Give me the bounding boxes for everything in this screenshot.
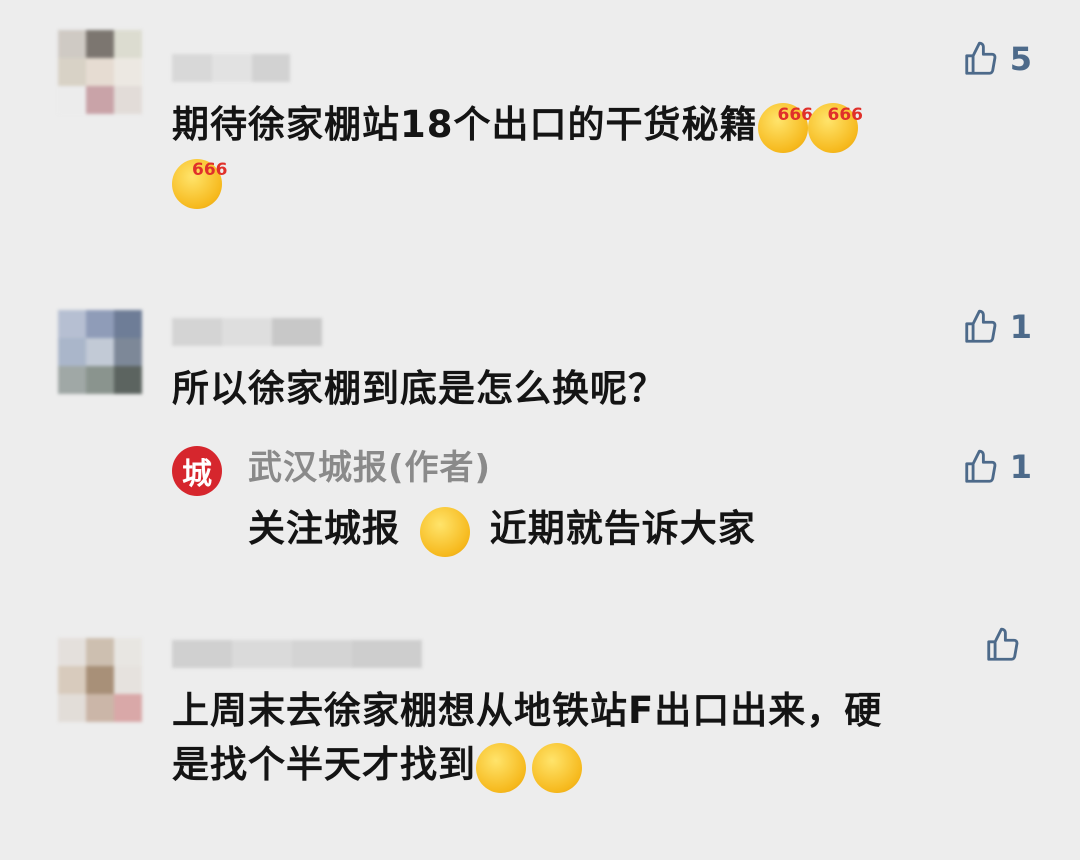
avatar[interactable] (58, 30, 142, 114)
comment-text: 期待徐家棚站18个出口的干货秘籍 666 666 666 (172, 98, 1012, 209)
comment-item: 上周末去徐家棚想从地铁站F出口出来，硬 是找个半天才找到 (0, 610, 1080, 860)
comment-item: 5 期待徐家棚站18个出口的干货秘籍 666 666 666 (0, 0, 1080, 240)
thumbs-up-icon (965, 41, 997, 75)
comment-text: 所以徐家棚到底是怎么换呢？ (172, 367, 666, 410)
username[interactable] (172, 640, 422, 668)
smile-emoji (419, 504, 470, 558)
reply-text: 关注城报 近期就告诉大家 (248, 502, 756, 558)
like-count: 1 (1009, 448, 1032, 486)
like-button[interactable]: 5 (962, 40, 1032, 78)
smirk-666-emoji: 666 (757, 100, 813, 154)
like-button[interactable] (984, 626, 1032, 664)
like-count: 1 (1009, 308, 1032, 346)
like-count: 5 (1009, 40, 1032, 78)
author-avatar[interactable]: 城 (172, 446, 222, 496)
thumbs-up-icon (965, 449, 997, 483)
username[interactable] (172, 54, 290, 82)
thumbs-up-icon (965, 309, 997, 343)
username[interactable] (172, 318, 322, 346)
smirk-666-emoji: 666 (807, 100, 863, 154)
reply-author-name[interactable]: 武汉城报(作者) (248, 446, 491, 490)
avatar[interactable] (58, 638, 142, 722)
facepalm-emoji (532, 740, 582, 794)
thumbs-up-icon (987, 627, 1019, 661)
reply-like-button[interactable]: 1 (962, 448, 1032, 486)
avatar[interactable] (58, 310, 142, 394)
facepalm-emoji (476, 740, 526, 794)
like-button[interactable]: 1 (962, 308, 1032, 346)
smirk-666-emoji: 666 (172, 155, 228, 209)
comment-text: 上周末去徐家棚想从地铁站F出口出来，硬 是找个半天才找到 (172, 684, 1042, 794)
